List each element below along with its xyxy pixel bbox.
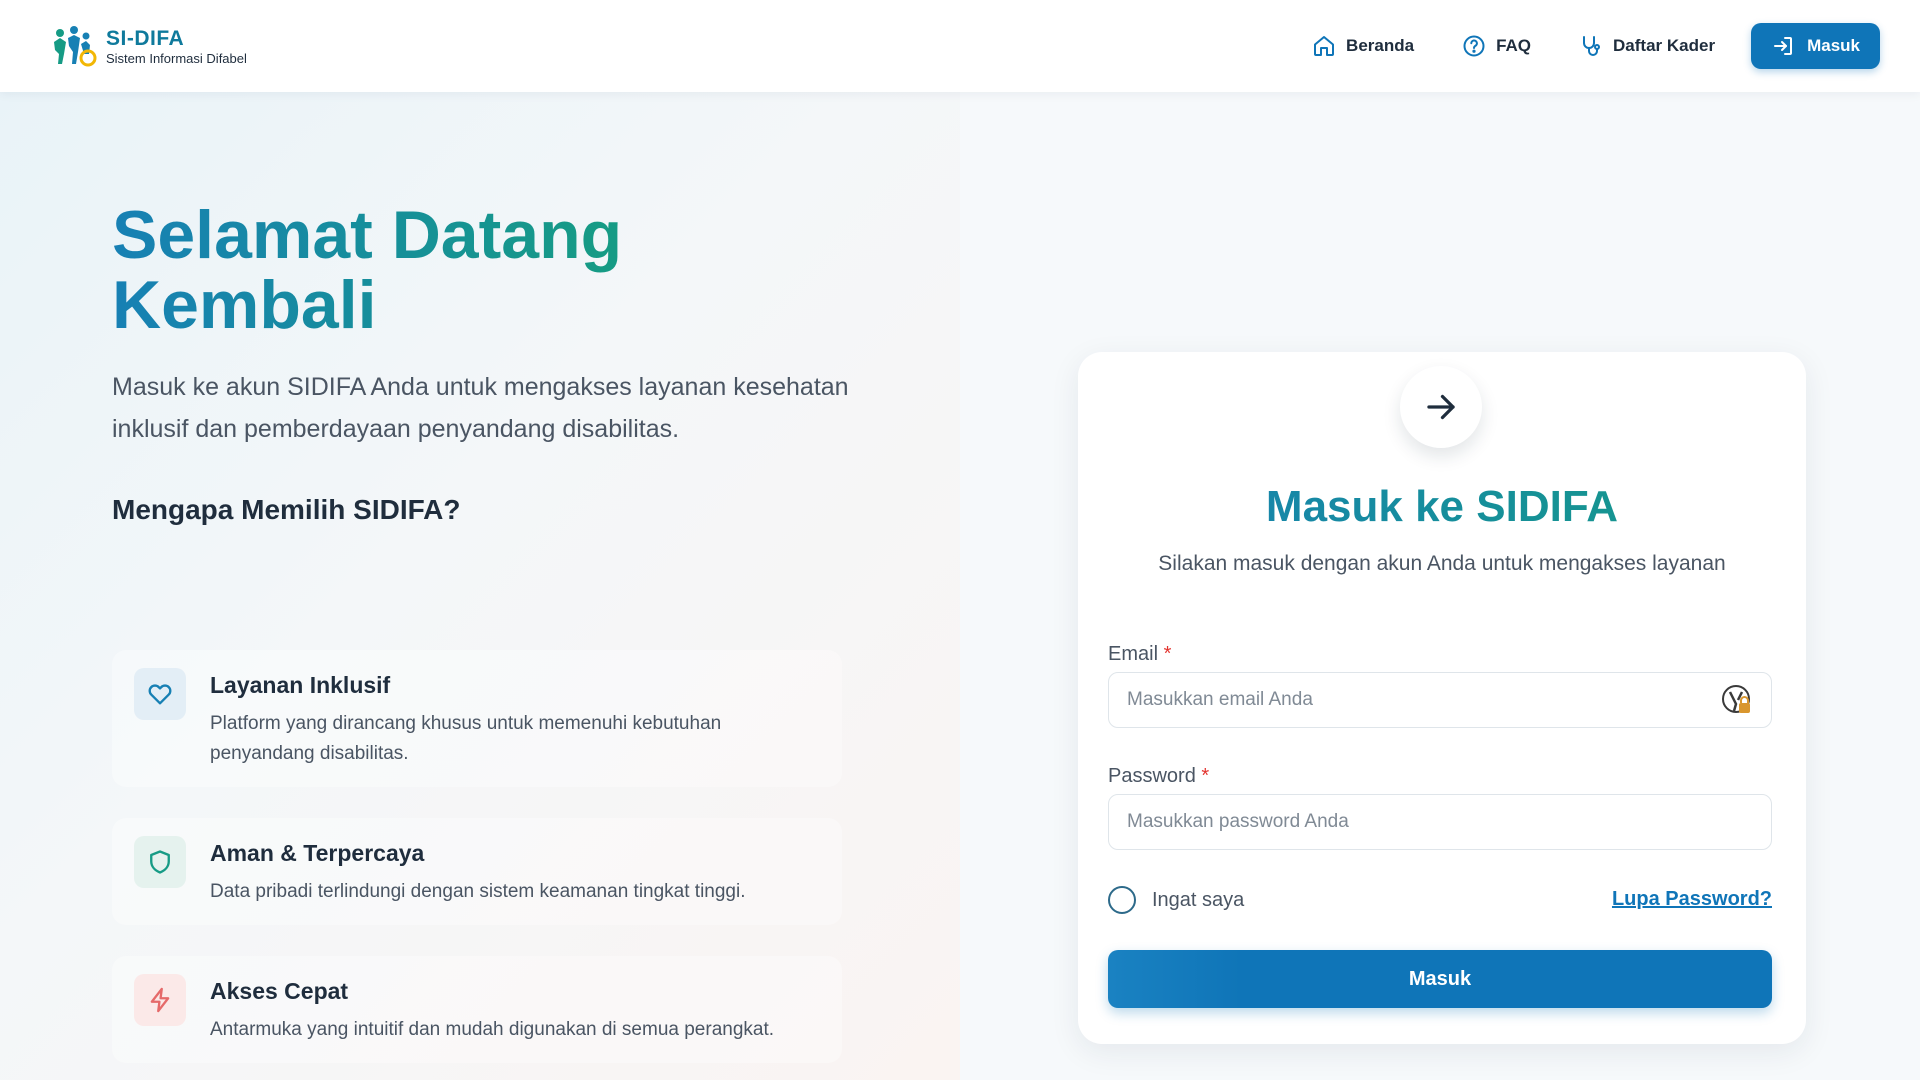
remember-checkbox[interactable] <box>1108 886 1136 914</box>
nav-link-label: Daftar Kader <box>1613 36 1716 55</box>
nav-links: Beranda FAQ Daftar Kader Masuk <box>1300 23 1880 69</box>
home-icon <box>1312 34 1336 58</box>
feature-card-akses-cepat: Akses Cepat Antarmuka yang intuitif dan … <box>112 956 842 1063</box>
required-mark: * <box>1201 765 1210 787</box>
nav-link-faq[interactable]: FAQ <box>1450 24 1543 68</box>
brand-name: SI-DIFA <box>106 26 185 50</box>
nav-login-button[interactable]: Masuk <box>1751 23 1880 69</box>
hero-title: Selamat Datang Kembali <box>112 200 812 340</box>
required-mark: * <box>1163 643 1172 665</box>
feature-title: Akses Cepat <box>210 978 349 1004</box>
hero-title-line1: Selamat Datang <box>112 197 623 273</box>
password-input[interactable] <box>1127 811 1753 833</box>
brand[interactable]: SI-DIFA Sistem Informasi Difabel <box>50 24 247 68</box>
heart-icon <box>134 668 186 720</box>
shield-icon <box>134 836 186 888</box>
nav-link-daftar-kader[interactable]: Daftar Kader <box>1567 24 1727 68</box>
stethoscope-icon <box>1579 34 1603 58</box>
feature-desc: Data pribadi terlindungi dengan sistem k… <box>210 881 746 902</box>
email-field-wrapper <box>1108 672 1772 728</box>
feature-desc: Antarmuka yang intuitif dan mudah diguna… <box>210 1019 775 1040</box>
help-circle-icon <box>1462 34 1486 58</box>
lightning-icon <box>134 974 186 1026</box>
email-label-text: Email <box>1108 643 1159 665</box>
nav-link-beranda[interactable]: Beranda <box>1300 24 1426 68</box>
top-navbar: SI-DIFA Sistem Informasi Difabel Beranda… <box>0 0 1920 92</box>
password-manager-icon[interactable] <box>1721 684 1753 716</box>
password-label-text: Password <box>1108 765 1196 787</box>
submit-login-button[interactable]: Masuk <box>1108 950 1772 1008</box>
hero-title-line2: Kembali <box>112 267 377 343</box>
nav-link-label: FAQ <box>1496 36 1532 55</box>
remember-me[interactable]: Ingat saya <box>1108 886 1244 914</box>
feature-title: Aman & Terpercaya <box>210 840 425 866</box>
login-icon <box>1771 34 1795 58</box>
feature-card-aman-terpercaya: Aman & Terpercaya Data pribadi terlindun… <box>112 818 842 925</box>
feature-desc: Platform yang dirancang khusus untuk mem… <box>210 713 722 764</box>
brand-subtitle: Sistem Informasi Difabel <box>106 50 247 66</box>
why-title: Mengapa Memilih SIDIFA? <box>112 494 461 525</box>
password-field-wrapper <box>1108 794 1772 850</box>
nav-login-label: Masuk <box>1807 36 1860 55</box>
submit-label: Masuk <box>1408 967 1472 990</box>
forgot-password-link[interactable]: Lupa Password? <box>1560 888 1772 911</box>
nav-link-label: Beranda <box>1346 36 1415 55</box>
feature-title: Layanan Inklusif <box>210 672 391 698</box>
arrow-right-icon <box>1400 366 1482 448</box>
sidifa-logo-icon <box>54 26 97 67</box>
email-label: Email * <box>1108 643 1171 666</box>
email-input[interactable] <box>1127 689 1721 711</box>
password-label: Password * <box>1108 765 1209 788</box>
login-title: Masuk ke SIDIFA <box>1078 482 1806 532</box>
hero-subtitle: Masuk ke akun SIDIFA Anda untuk mengakse… <box>112 373 849 443</box>
feature-card-layanan-inklusif: Layanan Inklusif Platform yang dirancang… <box>112 650 842 787</box>
login-subtitle: Silakan masuk dengan akun Anda untuk men… <box>1158 552 1726 575</box>
remember-label: Ingat saya <box>1152 888 1245 911</box>
